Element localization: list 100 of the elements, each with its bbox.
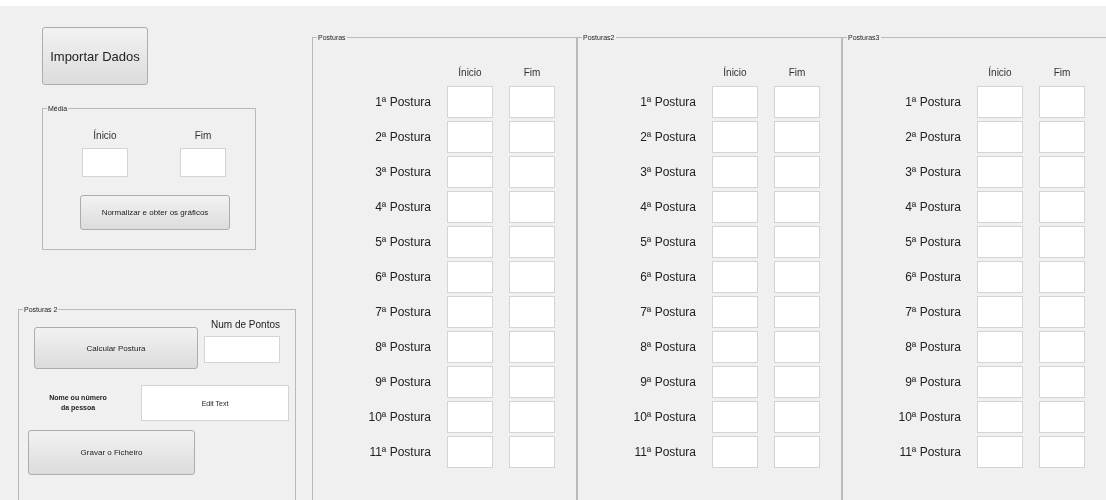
input-field[interactable] [509, 86, 555, 118]
input-field[interactable] [774, 366, 820, 398]
input-field[interactable] [447, 436, 493, 468]
input-field[interactable] [180, 148, 226, 177]
row-label: 5ª Postura [904, 235, 961, 249]
calculate-button[interactable]: Calcular Postura [34, 327, 198, 369]
column-header: Fim [522, 66, 542, 80]
input-field[interactable] [509, 401, 555, 433]
input-field[interactable] [1039, 366, 1085, 398]
input-field[interactable] [447, 401, 493, 433]
input-field[interactable] [509, 331, 555, 363]
input-field[interactable] [977, 226, 1023, 258]
row-label: 3ª Postura [374, 165, 431, 179]
input-field[interactable] [712, 121, 758, 153]
input-field[interactable] [447, 121, 493, 153]
input-field[interactable] [977, 121, 1023, 153]
input-field[interactable] [1039, 261, 1085, 293]
row-label: 6ª Postura [374, 270, 431, 284]
column-header: Ínicio [722, 65, 748, 80]
input-field[interactable] [1039, 191, 1085, 223]
input-field[interactable] [447, 86, 493, 118]
input-field[interactable] [774, 86, 820, 118]
row-label: 1ª Postura [639, 95, 696, 109]
input-field[interactable] [1039, 401, 1085, 433]
input-field[interactable] [509, 261, 555, 293]
input-field[interactable] [774, 261, 820, 293]
input-field[interactable] [977, 401, 1023, 433]
input-field[interactable] [774, 121, 820, 153]
input-field[interactable] [774, 331, 820, 363]
input-field[interactable] [977, 331, 1023, 363]
input-field[interactable] [712, 296, 758, 328]
column-header: Ínicio [92, 130, 118, 141]
input-field[interactable] [712, 261, 758, 293]
import-button[interactable]: Importar Dados [42, 27, 148, 85]
input-field[interactable] [1039, 226, 1085, 258]
input-field[interactable] [82, 148, 128, 177]
input-field[interactable] [447, 191, 493, 223]
input-field[interactable] [204, 336, 280, 363]
input-field[interactable] [1039, 156, 1085, 188]
input-field[interactable] [712, 401, 758, 433]
input-field[interactable] [509, 191, 555, 223]
column-header: Ínicio [457, 65, 483, 80]
input-field[interactable] [712, 436, 758, 468]
normalize-button[interactable]: Normalizar e obter os gráficos [80, 195, 230, 230]
input-field[interactable] [509, 366, 555, 398]
input-field[interactable] [977, 296, 1023, 328]
input-field[interactable] [1039, 86, 1085, 118]
row-label: 11ª Postura [633, 445, 696, 459]
row-label: 10ª Postura [897, 410, 961, 424]
input-field[interactable] [447, 296, 493, 328]
row-label: 5ª Postura [374, 235, 431, 249]
input-field[interactable] [774, 436, 820, 468]
input-field[interactable] [1039, 436, 1085, 468]
input-field[interactable] [977, 156, 1023, 188]
input-field[interactable] [712, 86, 758, 118]
input-field[interactable] [447, 261, 493, 293]
input-field[interactable] [774, 401, 820, 433]
input-field[interactable] [774, 156, 820, 188]
row-label: 3ª Postura [639, 165, 696, 179]
row-label: 7ª Postura [904, 305, 961, 319]
row-label: 8ª Postura [904, 340, 961, 354]
input-field[interactable] [712, 226, 758, 258]
input-field[interactable] [977, 261, 1023, 293]
row-label: 9ª Postura [374, 375, 431, 389]
row-label: 5ª Postura [639, 235, 696, 249]
row-label: 1ª Postura [374, 95, 431, 109]
row-label: 4ª Postura [904, 200, 961, 214]
row-label: 7ª Postura [374, 305, 431, 319]
input-field[interactable] [509, 226, 555, 258]
input-field[interactable] [509, 296, 555, 328]
input-field[interactable] [712, 156, 758, 188]
input-field[interactable] [447, 331, 493, 363]
row-label: 6ª Postura [639, 270, 696, 284]
row-label: 3ª Postura [904, 165, 961, 179]
input-field[interactable] [509, 436, 555, 468]
input-field[interactable] [509, 156, 555, 188]
row-label: 2ª Postura [374, 130, 431, 144]
input-field[interactable] [712, 331, 758, 363]
input-field[interactable] [977, 436, 1023, 468]
column-header: Fim [787, 66, 807, 80]
input-field[interactable] [977, 366, 1023, 398]
input-field[interactable] [509, 121, 555, 153]
input-field[interactable] [712, 191, 758, 223]
input-field[interactable] [447, 156, 493, 188]
column-header: Ínicio [987, 65, 1013, 80]
input-field[interactable] [447, 366, 493, 398]
input-field[interactable] [977, 86, 1023, 118]
row-label: 9ª Postura [904, 375, 961, 389]
column-header: Fim [193, 130, 213, 141]
input-field[interactable] [774, 296, 820, 328]
input-field[interactable] [712, 366, 758, 398]
input-field[interactable] [1039, 121, 1085, 153]
input-field[interactable] [774, 226, 820, 258]
save-button[interactable]: Gravar o Ficheiro [28, 430, 195, 475]
input-field[interactable] [1039, 296, 1085, 328]
input-field[interactable] [1039, 331, 1085, 363]
input-field[interactable] [447, 226, 493, 258]
input-field[interactable] [774, 191, 820, 223]
column-header: Fim [1052, 66, 1072, 80]
input-field[interactable] [977, 191, 1023, 223]
